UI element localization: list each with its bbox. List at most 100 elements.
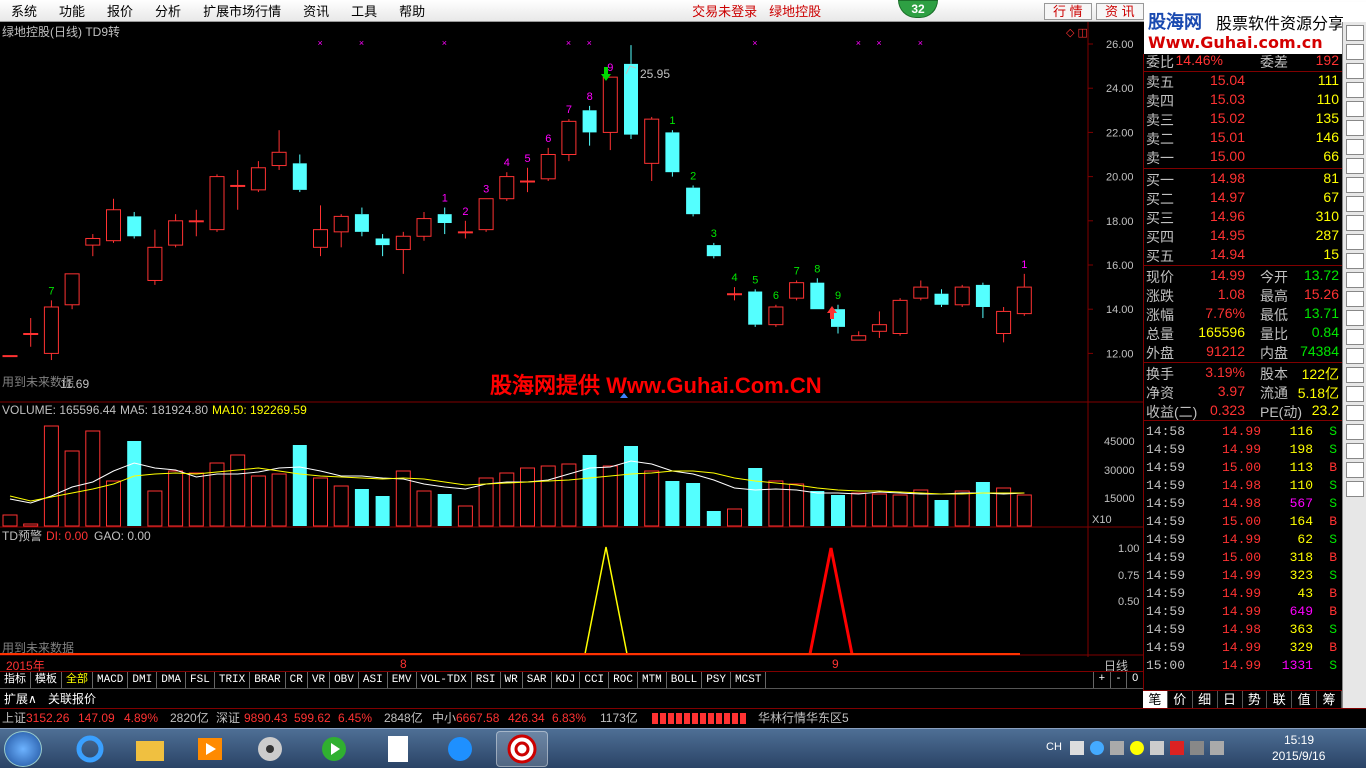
rsi2-icon[interactable] <box>1345 272 1364 288</box>
trade-login-status[interactable]: 交易未登录 <box>686 1 763 20</box>
tab-12[interactable]: ASI <box>359 672 388 688</box>
right-tab-6[interactable]: 值 <box>1292 691 1318 708</box>
chart-icon[interactable] <box>1345 25 1364 41</box>
tab-3[interactable]: MACD <box>93 672 129 688</box>
candle[interactable] <box>230 169 246 210</box>
candle[interactable] <box>892 298 908 336</box>
candle[interactable] <box>810 278 825 310</box>
tab-15[interactable]: RSI <box>472 672 501 688</box>
candle[interactable] <box>85 234 101 257</box>
bid-icon[interactable] <box>1345 348 1364 364</box>
candle[interactable] <box>188 209 204 237</box>
candle[interactable] <box>499 172 515 201</box>
explorer-icon[interactable] <box>124 731 176 767</box>
candle[interactable] <box>168 214 184 248</box>
fx-icon[interactable] <box>1345 177 1364 193</box>
document-icon[interactable] <box>372 731 424 767</box>
candle[interactable] <box>478 198 494 232</box>
keyboard-icon[interactable] <box>1070 741 1084 755</box>
candle[interactable] <box>768 304 784 327</box>
tab-9[interactable]: CR <box>286 672 308 688</box>
candle[interactable] <box>727 287 742 301</box>
candle[interactable] <box>540 147 556 182</box>
tab-7[interactable]: TRIX <box>215 672 251 688</box>
ime-indicator[interactable]: CH <box>1046 741 1062 753</box>
film-reel-icon[interactable] <box>244 731 296 767</box>
candle[interactable] <box>2 355 18 358</box>
tab-0[interactable]: 指标 <box>0 672 31 688</box>
candle[interactable] <box>437 207 452 235</box>
right-tab-5[interactable]: 联 <box>1267 691 1293 708</box>
network-icon[interactable] <box>1150 741 1164 755</box>
tab-24[interactable]: MCST <box>731 672 767 688</box>
tab-4[interactable]: DMI <box>128 672 158 688</box>
chart-area[interactable]: 26.00 24.00 22.00 20.00 18.00 16.00 14.00 12.00… <box>0 22 1143 657</box>
start-button-icon[interactable] <box>4 731 42 767</box>
candle[interactable] <box>333 214 349 248</box>
tab-17[interactable]: SAR <box>523 672 552 688</box>
next-icon[interactable] <box>1345 462 1364 478</box>
tick-icon[interactable] <box>1345 329 1364 345</box>
candle[interactable] <box>561 119 577 162</box>
candle[interactable] <box>313 205 328 257</box>
tab-20[interactable]: ROC <box>609 672 638 688</box>
right-tab-4[interactable]: 势 <box>1243 691 1268 708</box>
table-icon[interactable] <box>1345 158 1364 174</box>
percent-icon[interactable] <box>1345 234 1364 250</box>
candle[interactable] <box>416 211 432 241</box>
tab-21[interactable]: MTM <box>638 672 667 688</box>
candle[interactable] <box>43 300 59 361</box>
candle[interactable] <box>602 76 618 151</box>
media-player-icon[interactable] <box>184 731 236 767</box>
flag-icon[interactable] <box>1190 741 1204 755</box>
candle[interactable] <box>375 234 390 257</box>
tab-23[interactable]: PSY <box>702 672 732 688</box>
list-icon[interactable] <box>1345 44 1364 60</box>
candle[interactable] <box>789 280 805 301</box>
kline-icon[interactable] <box>1345 63 1364 79</box>
candle[interactable] <box>934 289 949 307</box>
month-icon[interactable] <box>1345 405 1364 421</box>
menu-quote[interactable]: 报价 <box>96 1 144 20</box>
candle[interactable] <box>665 130 680 177</box>
tab-reset-button[interactable]: 0 <box>1126 672 1143 688</box>
tab-add-button[interactable]: + <box>1093 672 1110 688</box>
prev-icon[interactable] <box>1345 443 1364 459</box>
clock-time[interactable]: 15:19 <box>1284 733 1314 747</box>
stock-app-icon[interactable] <box>496 731 548 767</box>
week-icon[interactable] <box>1345 386 1364 402</box>
right-tab-7[interactable]: 筹 <box>1317 691 1342 708</box>
line-icon[interactable] <box>1345 215 1364 231</box>
menu-function[interactable]: 功能 <box>48 1 96 20</box>
tab-10[interactable]: VR <box>308 672 331 688</box>
quote-button[interactable]: 行 情 <box>1044 3 1092 20</box>
antivirus-icon[interactable] <box>1170 741 1184 755</box>
right-tab-0[interactable]: 笔 <box>1143 691 1168 708</box>
candle-icon[interactable] <box>1345 139 1364 155</box>
candle[interactable] <box>871 311 887 338</box>
tab-13[interactable]: EMV <box>388 672 417 688</box>
info-button[interactable]: 资 讯 <box>1096 3 1144 20</box>
tab-6[interactable]: FSL <box>186 672 215 688</box>
menu-help[interactable]: 帮助 <box>388 1 436 20</box>
candle[interactable] <box>292 154 307 193</box>
candle[interactable] <box>64 273 80 310</box>
candle[interactable] <box>127 211 142 239</box>
kline-chart[interactable]: 26.00 24.00 22.00 20.00 18.00 16.00 14.00 12.00… <box>0 22 1143 657</box>
grid-icon[interactable] <box>1345 101 1364 117</box>
candle[interactable] <box>975 282 990 319</box>
server-name[interactable]: 华林行情华东区5 <box>758 709 849 728</box>
tab-18[interactable]: KDJ <box>552 672 581 688</box>
right-tab-3[interactable]: 日 <box>1218 691 1243 708</box>
volume-icon[interactable] <box>1210 741 1224 755</box>
tab-8[interactable]: BRAR <box>250 672 286 688</box>
tab-1[interactable]: 模板 <box>31 672 62 688</box>
menu-system[interactable]: 系统 <box>0 1 48 20</box>
settings-icon[interactable] <box>1110 741 1124 755</box>
green-player-icon[interactable] <box>308 731 360 767</box>
menu-ext-market[interactable]: 扩展市场行情 <box>192 1 292 20</box>
candle[interactable] <box>147 229 163 285</box>
tab-11[interactable]: OBV <box>330 672 359 688</box>
system-tray-icons[interactable] <box>1070 741 1240 757</box>
candle[interactable] <box>106 198 121 243</box>
